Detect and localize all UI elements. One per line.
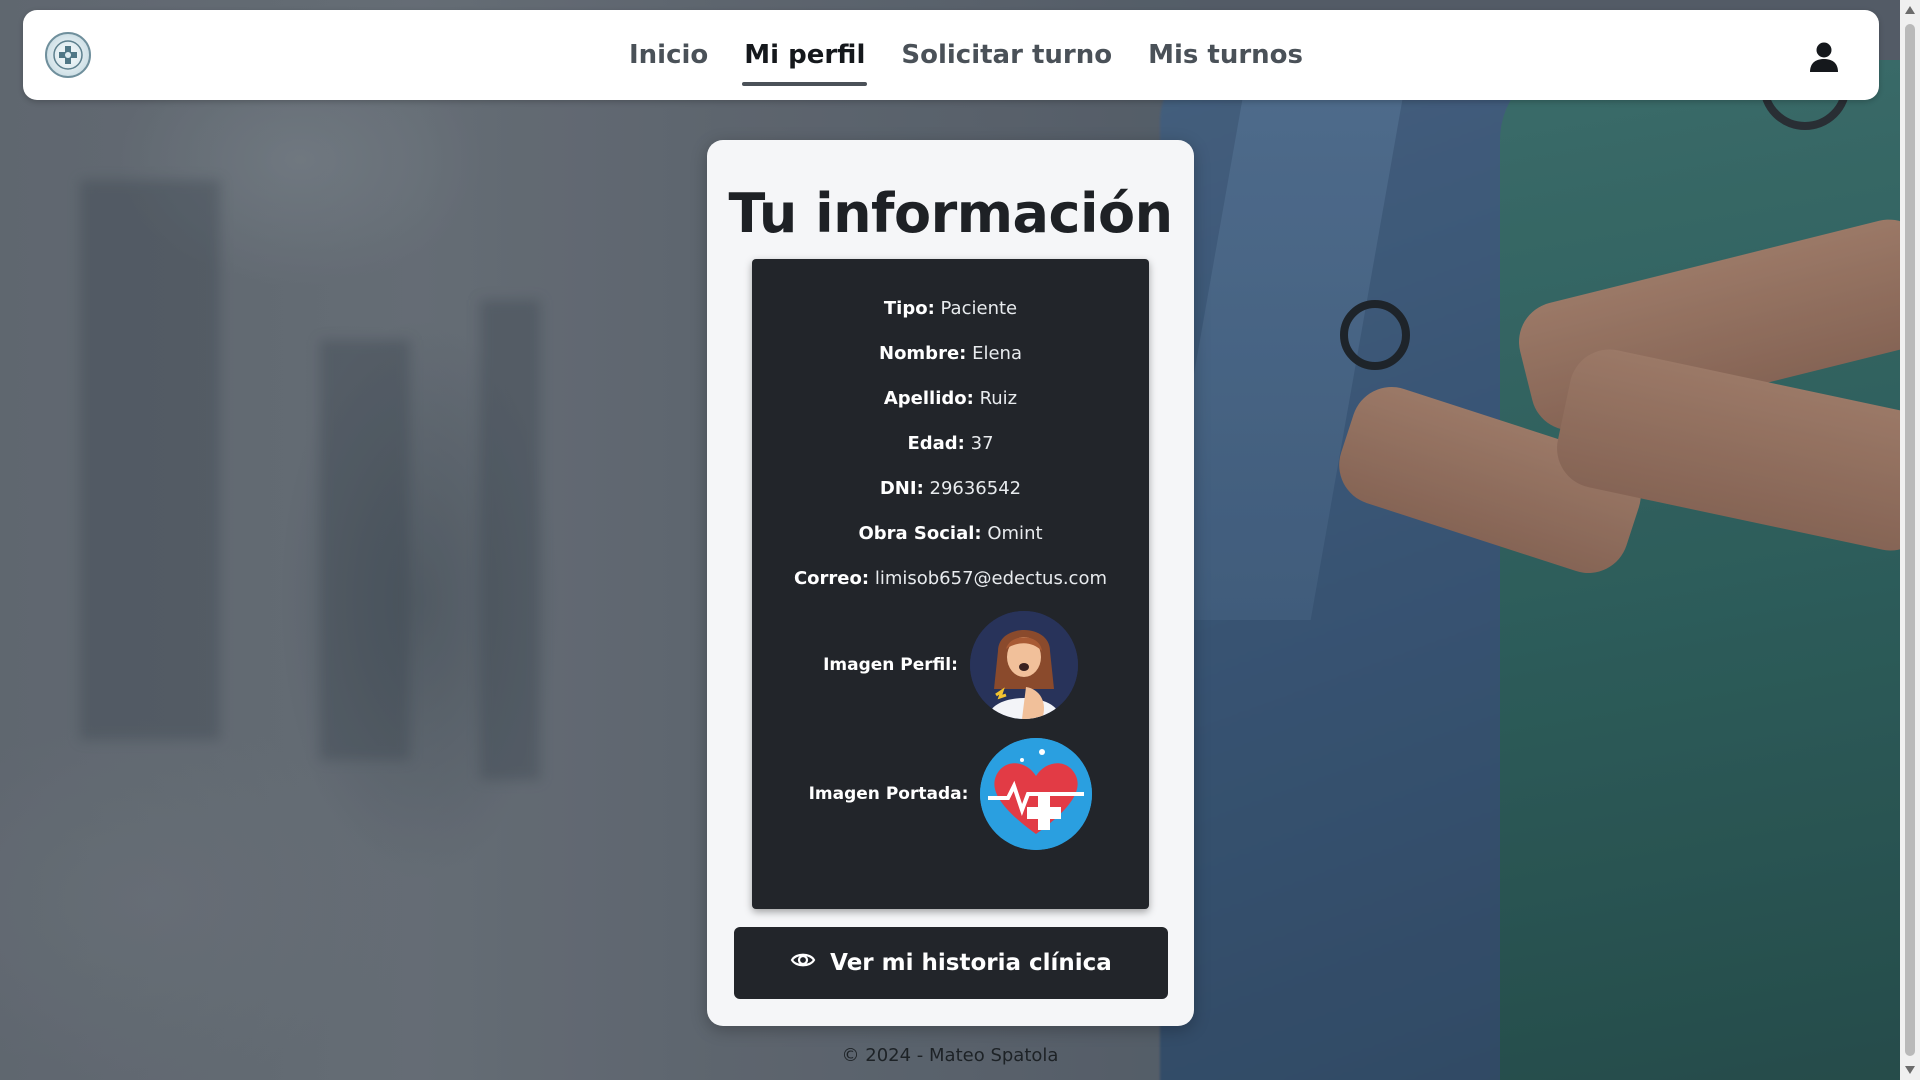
nav-link-inicio[interactable]: Inicio [629,34,708,76]
view-history-label: Ver mi historia clínica [830,950,1112,976]
profile-image-label: Imagen Perfil: [823,655,958,675]
nav-link-solicitar-turno[interactable]: Solicitar turno [901,34,1112,76]
field-value: limisob657@edectus.com [874,568,1108,589]
info-row-dni: DNI: 29636542 [752,478,1149,499]
nav-link-mis-turnos[interactable]: Mis turnos [1148,34,1303,76]
cover-image-row: Imagen Portada: [752,738,1149,850]
cover-image-label: Imagen Portada: [808,784,969,804]
profile-card: Tu información Tipo: Paciente Nombre: El… [707,140,1194,1026]
navbar: Inicio Mi perfil Solicitar turno Mis tur… [23,10,1879,100]
field-label: Apellido: [883,388,974,409]
info-row-correo: Correo: limisob657@edectus.com [752,568,1149,589]
cover-image [980,738,1093,850]
field-value: Paciente [940,298,1018,319]
scrollbar[interactable] [1900,0,1920,1080]
eye-icon [790,947,816,979]
info-panel: Tipo: Paciente Nombre: Elena Apellido: R… [752,259,1149,909]
info-row-apellido: Apellido: Ruiz [752,388,1149,409]
info-row-edad: Edad: 37 [752,433,1149,454]
nav-menu: Inicio Mi perfil Solicitar turno Mis tur… [23,10,1879,100]
field-value: Ruiz [979,388,1018,409]
profile-avatar [969,611,1078,719]
field-label: Correo: [793,568,870,589]
info-row-nombre: Nombre: Elena [752,343,1149,364]
field-value: 29636542 [929,478,1022,499]
field-value: Omint [987,523,1043,544]
scroll-thumb[interactable] [1905,24,1915,1056]
footer-copyright: © 2024 - Mateo Spatola [841,1045,1059,1066]
info-row-tipo: Tipo: Paciente [752,298,1149,319]
field-label: DNI: [879,478,924,499]
field-label: Nombre: [879,343,967,364]
field-label: Obra Social: [858,523,982,544]
field-value: 37 [970,433,994,454]
scroll-up-icon[interactable] [1905,6,1915,14]
field-value: Elena [972,343,1022,364]
field-label: Tipo: [883,298,935,319]
page-title: Tu información [728,182,1173,245]
nav-link-mi-perfil[interactable]: Mi perfil [742,34,868,86]
field-label: Edad: [907,433,965,454]
user-icon[interactable] [1807,40,1841,74]
info-row-obra-social: Obra Social: Omint [752,523,1149,544]
scroll-down-icon[interactable] [1905,1066,1915,1074]
view-history-button[interactable]: Ver mi historia clínica [734,927,1168,999]
profile-image-row: Imagen Perfil: [752,611,1149,719]
